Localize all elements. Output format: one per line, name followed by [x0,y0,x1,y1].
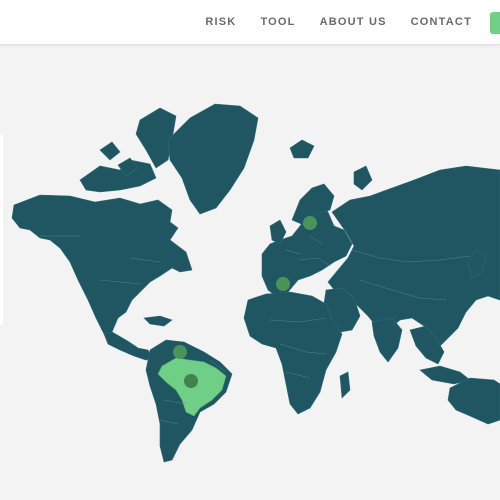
nav-link-contact[interactable]: CONTACT [411,16,472,28]
marker-spain-france[interactable] [276,277,290,291]
island-small-1[interactable] [99,141,121,161]
cta-button[interactable] [490,12,500,34]
india[interactable] [371,317,403,363]
marker-poland[interactable] [303,216,317,230]
iceland[interactable] [289,139,315,159]
marker-venezuela-colombia[interactable] [173,345,187,359]
main-nav: RISK TOOL ABOUT US CONTACT [181,0,472,44]
novaya-zemlya[interactable] [353,165,373,191]
north-america[interactable] [11,194,193,335]
nav-link-risk[interactable]: RISK [205,16,236,28]
africa[interactable] [243,291,343,415]
marker-brazil[interactable] [184,374,198,388]
world-map [0,45,500,500]
greenland[interactable] [167,103,259,215]
caribbean[interactable] [143,315,173,327]
top-navigation-bar: RISK TOOL ABOUT US CONTACT [0,0,500,45]
nav-link-about-us[interactable]: ABOUT US [320,16,387,28]
madagascar[interactable] [339,371,351,399]
world-map-svg [11,103,500,463]
central-america[interactable] [103,331,153,361]
indonesia[interactable] [419,365,471,385]
nav-link-tool[interactable]: TOOL [260,16,295,28]
australia[interactable] [447,377,500,425]
